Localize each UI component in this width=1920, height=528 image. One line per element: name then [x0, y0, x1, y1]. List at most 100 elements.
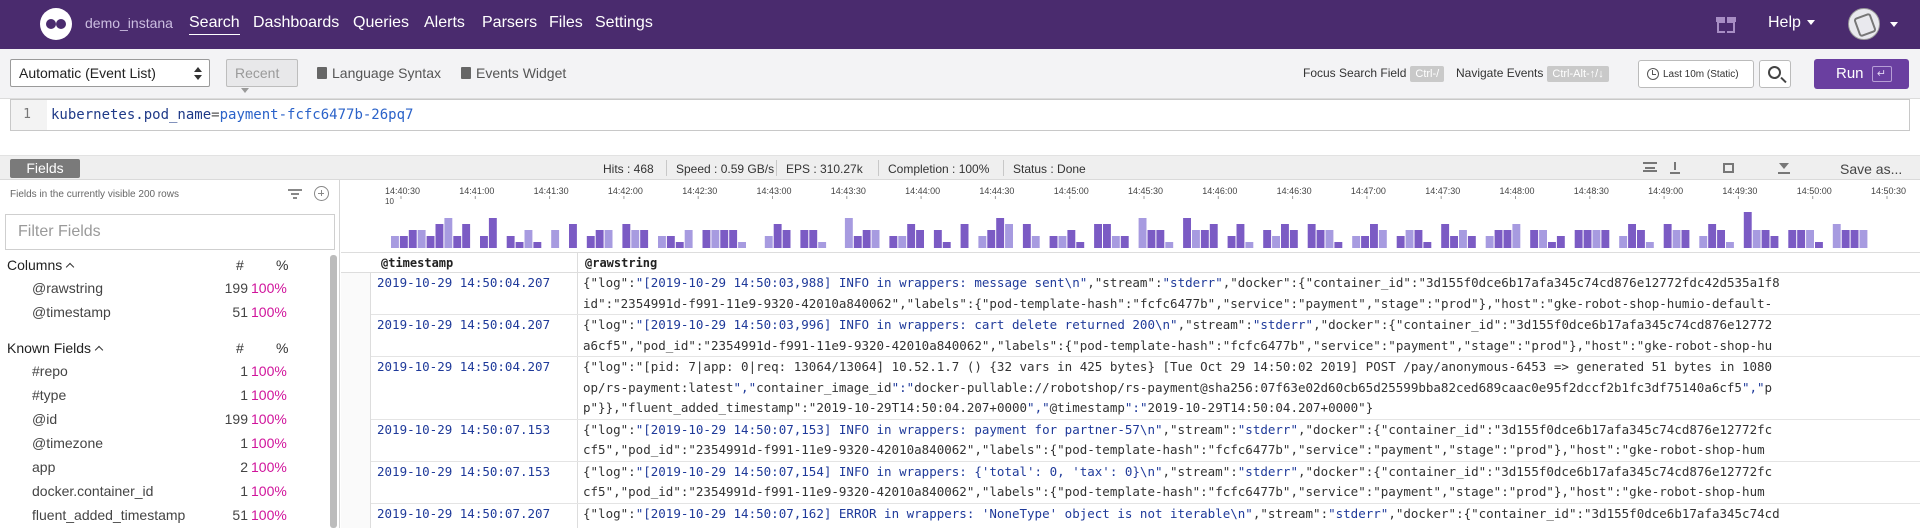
histogram-bar[interactable] [844, 218, 853, 248]
histogram-bar[interactable] [1752, 230, 1761, 248]
gift-icon[interactable] [1716, 14, 1736, 33]
histogram-bar[interactable] [1726, 242, 1734, 248]
histogram-bar[interactable] [586, 236, 595, 248]
field-row[interactable]: @rawstring 199 100% [0, 277, 330, 301]
histogram-bar[interactable] [1494, 230, 1503, 248]
histogram-bar[interactable] [729, 230, 738, 248]
histogram-bar[interactable] [604, 230, 613, 248]
histogram-bar[interactable] [426, 236, 435, 248]
histogram-bar[interactable] [1583, 230, 1592, 248]
histogram-bar[interactable] [1663, 224, 1672, 248]
field-row[interactable]: fluent_added_timestamp 51 100% [0, 504, 330, 528]
histogram-bar[interactable] [1289, 230, 1298, 248]
query-editor[interactable]: 1 kubernetes.pod_name=payment-fcfc6477b-… [10, 99, 1910, 131]
histogram-bar[interactable] [1708, 224, 1717, 248]
histogram-bar[interactable] [1548, 242, 1556, 248]
nav-dashboards[interactable]: Dashboards [253, 14, 339, 32]
histogram-bar[interactable] [1316, 230, 1325, 248]
histogram-bar[interactable] [1334, 242, 1343, 248]
histogram-bar[interactable] [978, 236, 987, 248]
histogram-bar[interactable] [488, 218, 497, 248]
help-menu[interactable]: Help [1768, 14, 1815, 32]
histogram-svg[interactable]: 14:40:30 14:41:00 14:41:30 14:42:00 14:42:30… [341, 180, 1920, 253]
field-row[interactable]: @timestamp 51 100% [0, 301, 330, 325]
histogram-bar[interactable] [1601, 230, 1610, 248]
filter-icon[interactable] [288, 189, 302, 199]
histogram-bar[interactable] [595, 230, 604, 248]
histogram-bar[interactable] [399, 236, 408, 248]
events-widget-button[interactable]: Events Widget [461, 65, 566, 81]
histogram-bar[interactable] [1645, 242, 1654, 248]
histogram-bar[interactable] [444, 218, 453, 248]
histogram-bar[interactable] [942, 242, 951, 248]
save-as-button[interactable]: Save as... [1840, 161, 1902, 177]
histogram-bar[interactable] [453, 236, 462, 248]
histogram-bar[interactable] [1058, 236, 1067, 248]
histogram-bar[interactable] [853, 236, 862, 248]
histogram-bar[interactable] [1699, 236, 1708, 248]
histogram-bar[interactable] [506, 236, 515, 248]
histogram-bar[interactable] [809, 230, 818, 248]
histogram-bar[interactable] [1263, 230, 1272, 248]
histogram-bar[interactable] [1681, 230, 1690, 248]
histogram-bar[interactable] [1022, 224, 1031, 248]
event-row[interactable]: 2019-10-29 14:50:07.153 {"log":"[2019-10-… [371, 419, 1920, 462]
histogram-bar[interactable] [1200, 230, 1209, 248]
histogram-bar[interactable] [1628, 224, 1636, 248]
query-text[interactable]: kubernetes.pod_name=payment-fcfc6477b-26… [51, 107, 413, 123]
histogram-bar[interactable] [1236, 224, 1245, 248]
histogram-bar[interactable] [684, 230, 693, 248]
download-icon[interactable] [1777, 162, 1791, 174]
nav-parsers[interactable]: Parsers [482, 14, 537, 32]
histogram-bar[interactable] [1797, 230, 1806, 248]
histogram-bar[interactable] [1103, 224, 1111, 248]
histogram-bar[interactable] [1209, 224, 1218, 248]
histogram-bar[interactable] [551, 230, 560, 248]
histogram-bar[interactable] [666, 236, 675, 248]
histogram-bar[interactable] [1076, 242, 1085, 248]
chevron-down-icon[interactable] [1890, 22, 1898, 27]
language-syntax-button[interactable]: Language Syntax [317, 65, 441, 81]
histogram-bar[interactable] [1031, 236, 1040, 248]
histogram-bar[interactable] [408, 230, 417, 248]
histogram-bar[interactable] [702, 230, 711, 248]
histogram-bar[interactable] [1120, 236, 1129, 248]
histogram-bar[interactable] [1165, 242, 1174, 248]
histogram-bar[interactable] [711, 230, 720, 248]
histogram-bar[interactable] [622, 224, 631, 248]
histogram-bar[interactable] [1619, 236, 1628, 248]
histogram-bar[interactable] [1539, 230, 1547, 248]
histogram-bar[interactable] [862, 230, 871, 248]
histogram-bar[interactable] [1850, 230, 1859, 248]
histogram-bar[interactable] [1743, 212, 1752, 248]
event-row[interactable]: 2019-10-29 14:50:07.153 {"log":"[2019-10-… [371, 461, 1920, 504]
histogram-bar[interactable] [658, 236, 666, 248]
histogram-bar[interactable] [1138, 218, 1147, 248]
histogram-bar[interactable] [1815, 242, 1823, 248]
histogram-bar[interactable] [1352, 236, 1361, 248]
histogram-bar[interactable] [996, 218, 1005, 248]
field-row[interactable]: #repo 1 100% [0, 360, 330, 384]
histogram-bar[interactable] [569, 224, 577, 248]
recent-button[interactable]: Recent [226, 59, 298, 93]
histogram-bar[interactable] [1227, 236, 1236, 248]
histogram-bar[interactable] [1414, 230, 1423, 248]
histogram-bar[interactable] [1450, 236, 1458, 248]
histogram-bar[interactable] [1147, 230, 1156, 248]
histogram-bar[interactable] [1361, 236, 1369, 248]
timestamp-column-header[interactable]: @timestamp [381, 256, 453, 270]
histogram-bar[interactable] [1503, 230, 1512, 248]
histogram-bar[interactable] [960, 224, 969, 248]
histogram-bar[interactable] [1467, 236, 1476, 248]
histogram-bar[interactable] [782, 230, 791, 248]
histogram-bar[interactable] [480, 236, 488, 248]
histogram-bar[interactable] [1272, 236, 1280, 248]
histogram-bar[interactable] [435, 224, 444, 248]
histogram-bar[interactable] [524, 230, 533, 248]
histogram-bar[interactable] [818, 242, 827, 248]
histogram-bar[interactable] [1485, 236, 1494, 248]
filter-fields-input-box[interactable] [5, 214, 335, 250]
field-row[interactable]: docker.container_id 1 100% [0, 480, 330, 504]
known-fields-section-toggle[interactable]: Known Fields [7, 340, 104, 356]
histogram-bar[interactable] [1405, 230, 1414, 248]
